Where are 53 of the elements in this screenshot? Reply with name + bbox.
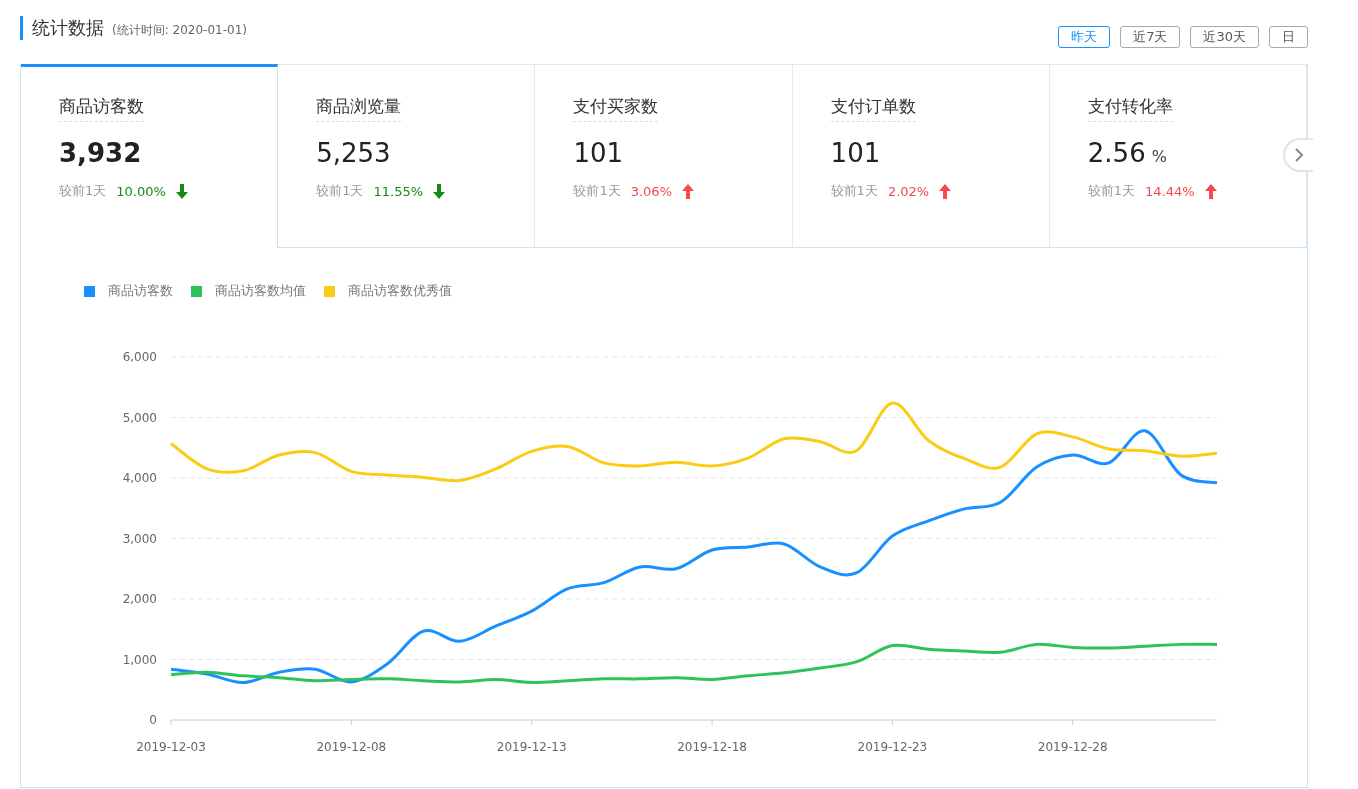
change-value: 3.06%	[630, 183, 672, 199]
metric-card[interactable]: 商品访客数 3,932 较前1天 10.00%	[21, 64, 279, 248]
range-button[interactable]: 近30天	[1190, 26, 1259, 48]
compare-label: 较前1天	[59, 182, 107, 200]
arrow-up-icon	[939, 183, 952, 199]
metric-title: 支付订单数	[830, 95, 916, 122]
y-axis-label: 2,000	[122, 592, 157, 606]
stat-time: (统计时间: 2020-01-01)	[112, 22, 247, 39]
range-button[interactable]: 近7天	[1120, 26, 1181, 48]
legend-label: 商品访客数均值	[215, 282, 306, 300]
chevron-right-icon	[1294, 148, 1304, 162]
section-title: 统计数据	[32, 16, 104, 40]
y-axis-label: 0	[149, 713, 157, 727]
arrow-down-icon	[175, 183, 188, 199]
metric-title: 支付买家数	[573, 95, 659, 122]
range-button[interactable]: 日	[1269, 26, 1308, 48]
metric-value: 101	[573, 138, 624, 168]
x-axis-label: 2019-12-18	[677, 740, 747, 754]
arrow-up-icon	[1204, 183, 1217, 199]
metric-card[interactable]: 支付订单数 101 较前1天 2.02%	[792, 64, 1050, 248]
x-axis-label: 2019-12-23	[857, 740, 928, 754]
metric-title: 商品浏览量	[316, 95, 402, 122]
metric-value: 101	[830, 138, 881, 168]
metric-unit: %	[1151, 147, 1167, 166]
y-axis-label: 6,000	[122, 350, 157, 364]
compare-label: 较前1天	[1087, 182, 1136, 200]
change-value: 11.55%	[373, 183, 424, 199]
arrow-up-icon	[682, 183, 694, 199]
metric-title: 支付转化率	[1087, 95, 1173, 122]
legend-label: 商品访客数	[108, 282, 173, 300]
y-axis-label: 3,000	[122, 531, 157, 546]
metric-card[interactable]: 商品浏览量 5,253 较前1天 11.55%	[278, 64, 536, 248]
arrow-down-icon	[433, 183, 446, 199]
y-axis-label: 4,000	[122, 471, 157, 485]
compare-label: 较前1天	[573, 182, 621, 200]
metric-value: 2.56	[1087, 138, 1146, 168]
compare-label: 较前1天	[316, 182, 364, 200]
metric-value: 5,253	[316, 138, 391, 168]
change-value: 10.00%	[116, 183, 166, 199]
change-value: 14.44%	[1145, 183, 1195, 199]
metric-value: 3,932	[59, 138, 142, 168]
x-axis-label: 2019-12-03	[136, 740, 206, 754]
x-axis-label: 2019-12-08	[316, 740, 387, 754]
metric-card[interactable]: 支付买家数 101 较前1天 3.06%	[535, 64, 793, 248]
change-value: 2.02%	[887, 183, 930, 199]
y-axis-label: 1,000	[122, 652, 157, 667]
x-axis-label: 2019-12-28	[1037, 740, 1108, 754]
next-button[interactable]	[1283, 138, 1313, 172]
compare-label: 较前1天	[830, 182, 878, 200]
y-axis-label: 5,000	[122, 410, 157, 425]
x-axis-label: 2019-12-13	[496, 740, 567, 754]
metric-title: 商品访客数	[59, 95, 144, 122]
legend-label: 商品访客数优秀值	[348, 282, 452, 300]
